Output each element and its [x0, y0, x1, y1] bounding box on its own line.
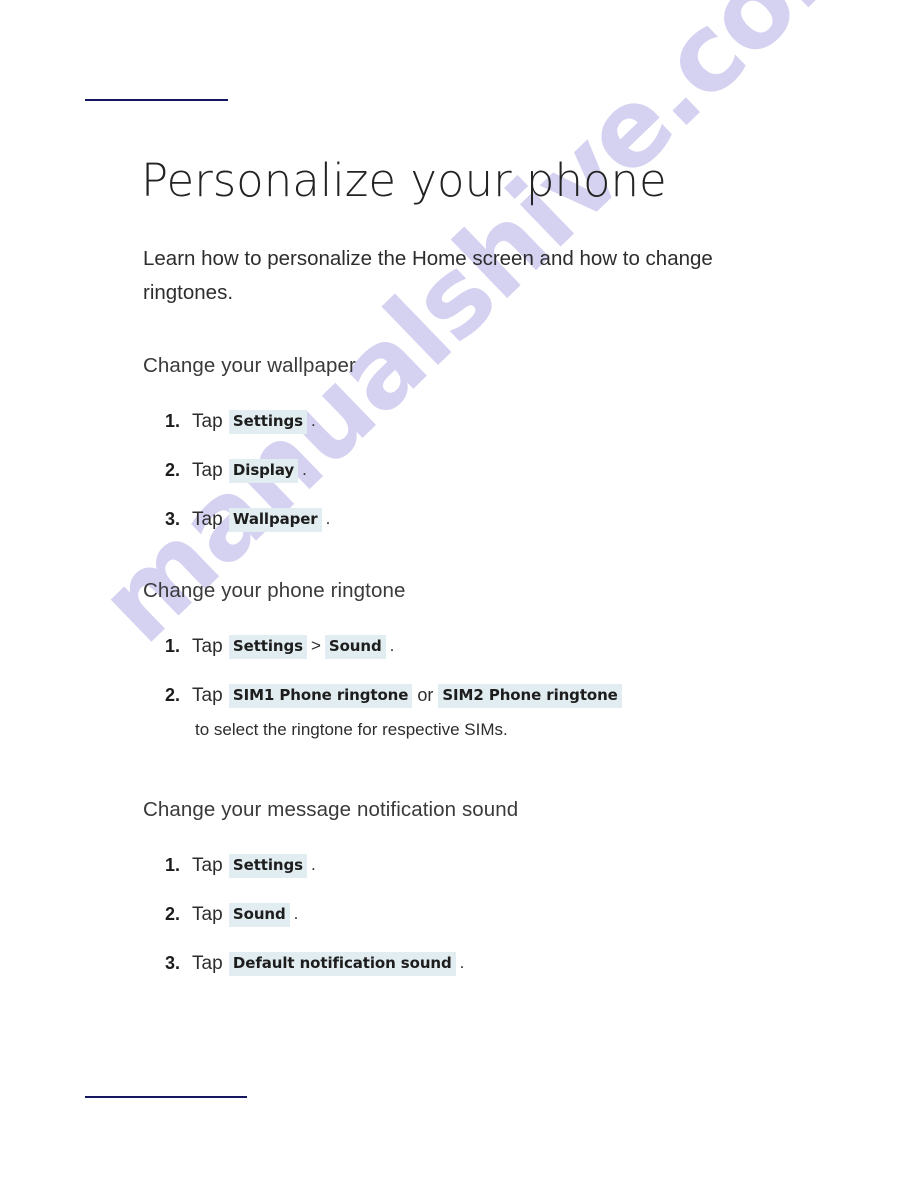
section-heading: Change your wallpaper: [143, 354, 356, 377]
ui-token[interactable]: Settings: [228, 635, 307, 659]
document-content: Personalize your phone Personalize your …: [0, 0, 918, 1188]
footer-rule: [85, 1096, 247, 1098]
page-title: Personalize your phone: [141, 154, 667, 207]
step-verb: Tap: [192, 953, 228, 974]
section-change-wallpaper: Change your wallpaper Tap Settings. Tap …: [143, 352, 883, 537]
list-item: Tap Settings > Sound.: [143, 629, 883, 664]
intro-paragraph: Learn how to personalize the Home screen…: [143, 247, 713, 304]
step-verb: Tap: [192, 509, 228, 530]
step-trailing: .: [293, 904, 299, 923]
list-item: Tap Default notification sound.: [143, 946, 883, 981]
list-item: Tap Sound.: [143, 897, 883, 932]
step-verb: Tap: [192, 460, 228, 481]
list-item: Tap Wallpaper.: [143, 502, 883, 537]
section-change-phone-ringtone: Change your phone ringtone Tap Settings >…: [143, 577, 883, 748]
step-separator-icon: >: [310, 636, 321, 655]
ui-token[interactable]: Default notification sound: [228, 952, 456, 976]
step-trailing: .: [302, 460, 307, 479]
step-text: Tap Settings.: [192, 404, 883, 439]
step-trailing: .: [459, 953, 465, 972]
step-text: Tap Wallpaper.: [192, 502, 883, 537]
step-trailing: .: [310, 411, 316, 430]
ui-token[interactable]: Wallpaper: [228, 508, 322, 532]
list-item: Tap SIM1 Phone ringtone or SIM2 Phone ring…: [143, 678, 883, 748]
step-text: Tap SIM1 Phone ringtone or SIM2 Phone ring…: [192, 678, 883, 748]
step-verb: Tap: [192, 685, 228, 706]
section-change-message-notification-sound: Change your message notification sound T…: [143, 796, 883, 981]
step-text: Tap Settings > Sound.: [192, 629, 883, 664]
step-verb: Tap: [192, 636, 228, 657]
ui-token[interactable]: Settings: [228, 854, 307, 878]
step-trailing: .: [325, 509, 331, 528]
step-text: Tap Settings.: [192, 848, 883, 883]
step-trailing: to select the ringtone for respective SI…: [195, 720, 508, 739]
ui-token[interactable]: Display: [228, 459, 299, 483]
list-item: Tap Settings.: [143, 848, 883, 883]
section-heading: Change your message notification sound: [143, 798, 519, 821]
list-item: Tap Settings.: [143, 404, 883, 439]
ui-token[interactable]: Sound: [324, 635, 386, 659]
step-verb: Tap: [192, 904, 228, 925]
list-item: Tap Display.: [143, 453, 883, 488]
page-header-text: Personalize your phone: [86, 78, 230, 93]
step-trailing: .: [389, 636, 395, 655]
step-list: Tap Settings. Tap Sound. Tap Default not…: [143, 848, 883, 981]
ui-token[interactable]: SIM2 Phone ringtone: [438, 684, 622, 708]
step-list: Tap Settings. Tap Display. Tap Wallpaper…: [143, 404, 883, 537]
step-list: Tap Settings > Sound. Tap SIM1 Phone ringt…: [143, 629, 883, 748]
step-text: Tap Sound.: [192, 897, 883, 932]
step-verb: Tap: [192, 855, 228, 876]
step-text: Tap Display.: [192, 453, 883, 488]
step-conjunction: or: [417, 685, 434, 705]
ui-token[interactable]: Settings: [228, 410, 307, 434]
ui-token[interactable]: SIM1 Phone ringtone: [228, 684, 413, 708]
header-rule: [85, 99, 228, 101]
ui-token[interactable]: Sound: [228, 903, 290, 927]
step-verb: Tap: [192, 411, 228, 432]
step-text: Tap Default notification sound.: [192, 946, 883, 981]
document-page: manualshive.com Personalize your phone P…: [0, 0, 918, 1188]
step-trailing: .: [310, 855, 316, 874]
section-heading: Change your phone ringtone: [143, 579, 406, 602]
